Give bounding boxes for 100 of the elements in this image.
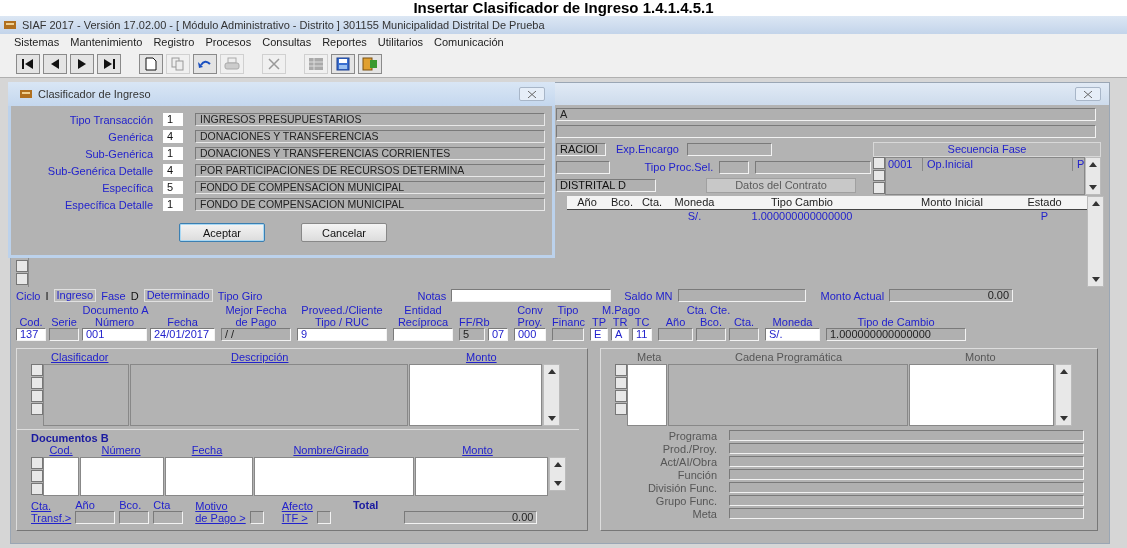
text-field[interactable]: 000	[514, 328, 546, 341]
code-field[interactable]: 5	[163, 181, 183, 194]
payment-reason-link[interactable]: Motivo de Pago >	[195, 500, 246, 524]
dialog-button[interactable]: Cancelar	[301, 223, 387, 242]
text-field[interactable]: DISTRITAL D	[556, 178, 656, 192]
toolbar-button[interactable]	[193, 53, 217, 74]
close-button[interactable]	[519, 87, 545, 101]
scroll-down-icon[interactable]	[553, 481, 562, 486]
toolbar-button[interactable]	[16, 53, 40, 74]
text-field[interactable]	[677, 289, 806, 302]
itf-link[interactable]: Afecto ITF >	[281, 500, 313, 524]
text-field[interactable]: S/.	[765, 328, 820, 341]
text-field[interactable]	[719, 160, 749, 174]
code-field[interactable]: 4	[163, 164, 183, 177]
column-header[interactable]: Clasificador	[51, 351, 231, 364]
text-field[interactable]	[552, 328, 584, 341]
column-header[interactable]: Monto	[466, 351, 497, 364]
text-field[interactable]	[49, 328, 79, 341]
text-field[interactable]	[658, 328, 693, 341]
scroll-down-icon[interactable]	[1091, 277, 1100, 282]
row-selector[interactable]	[31, 403, 43, 415]
scroll-up-icon[interactable]	[553, 462, 562, 467]
text-field[interactable]: RACIOI	[556, 142, 606, 156]
menu-item[interactable]: Procesos	[205, 36, 252, 48]
text-field[interactable]	[729, 328, 759, 341]
column-header[interactable]: Moneda	[667, 196, 722, 209]
text-field[interactable]: 5	[459, 328, 485, 341]
column-header[interactable]: Bco.	[607, 196, 637, 209]
text-field[interactable]: 137	[16, 328, 46, 341]
transfer-link[interactable]: Cta. Transf.>	[31, 500, 72, 524]
menu-item[interactable]: Utilitarios	[377, 36, 424, 48]
text-field[interactable]: / /	[221, 328, 291, 341]
menu-item[interactable]: Reportes	[322, 36, 367, 48]
row-selector[interactable]	[31, 364, 43, 376]
text-field[interactable]	[153, 511, 184, 524]
text-field[interactable]: A	[611, 328, 629, 341]
scrollbar[interactable]	[543, 364, 560, 426]
text-field[interactable]	[119, 511, 150, 524]
toolbar-button[interactable]	[43, 53, 67, 74]
toolbar-button[interactable]	[331, 53, 355, 74]
text-field[interactable]: A	[556, 108, 1096, 121]
text-field[interactable]: 07	[488, 328, 508, 341]
text-field[interactable]: 24/01/2017	[150, 328, 215, 341]
row-selector[interactable]	[16, 273, 28, 285]
menu-item[interactable]: Mantenimiento	[70, 36, 143, 48]
row-selector[interactable]	[31, 457, 43, 469]
row-selector[interactable]	[31, 377, 43, 389]
column-header[interactable]: Estado	[1022, 196, 1067, 209]
scrollbar[interactable]	[1085, 157, 1101, 195]
row-selector[interactable]	[31, 483, 43, 495]
text-field[interactable]	[249, 511, 264, 524]
toolbar-button[interactable]	[97, 53, 121, 74]
row-selector[interactable]	[873, 169, 885, 182]
row-selector[interactable]	[31, 470, 43, 482]
row-selector[interactable]	[31, 390, 43, 402]
total-field[interactable]: 0.00	[404, 511, 538, 524]
menu-item[interactable]: Consultas	[262, 36, 312, 48]
text-field[interactable]	[754, 160, 871, 174]
text-field[interactable]	[687, 142, 772, 156]
text-field[interactable]: 9	[297, 328, 387, 341]
amount-field[interactable]: 0.00	[889, 289, 1014, 302]
row-selector[interactable]	[873, 182, 885, 194]
scrollbar[interactable]	[549, 457, 566, 491]
scroll-up-icon[interactable]	[1091, 201, 1100, 206]
column-header[interactable]: Monto Inicial	[882, 196, 1022, 209]
code-field[interactable]: 4	[163, 130, 183, 143]
menu-item[interactable]: Registro	[153, 36, 195, 48]
toolbar-button[interactable]	[70, 53, 94, 74]
row-selector[interactable]	[873, 157, 885, 169]
code-field[interactable]: 1	[163, 198, 183, 211]
column-header[interactable]: Año	[567, 196, 607, 209]
column-header[interactable]: Nombre/Girado	[251, 444, 411, 457]
column-header[interactable]: Número	[79, 444, 163, 457]
menu-item[interactable]: Sistemas	[14, 36, 60, 48]
text-field[interactable]: E	[590, 328, 608, 341]
scroll-up-icon[interactable]	[1089, 162, 1098, 167]
scroll-down-icon[interactable]	[547, 416, 556, 421]
text-field[interactable]: 001	[82, 328, 147, 341]
column-header[interactable]: Cod.	[43, 444, 79, 457]
column-header[interactable]: Descripción	[231, 351, 466, 364]
text-field[interactable]: 1.000000000000000	[826, 328, 966, 341]
text-field[interactable]	[75, 511, 116, 524]
text-field[interactable]	[393, 328, 453, 341]
column-header[interactable]: Monto	[411, 444, 544, 457]
menu-item[interactable]: Comunicación	[434, 36, 504, 48]
text-field[interactable]	[316, 511, 331, 524]
text-field[interactable]	[556, 160, 610, 174]
column-header[interactable]: Fecha	[163, 444, 251, 457]
scrollbar[interactable]	[1087, 196, 1104, 287]
text-field[interactable]	[556, 125, 1096, 138]
text-field[interactable]	[696, 328, 726, 341]
column-header[interactable]: Cta.	[637, 196, 667, 209]
column-header[interactable]: Tipo Cambio	[722, 196, 882, 209]
notes-field[interactable]	[451, 289, 612, 302]
code-field[interactable]: 1	[163, 113, 183, 126]
scroll-up-icon[interactable]	[547, 369, 556, 374]
text-field[interactable]: 11	[632, 328, 652, 341]
scroll-down-icon[interactable]	[1089, 185, 1098, 190]
code-field[interactable]: 1	[163, 147, 183, 160]
dialog-button[interactable]: Aceptar	[179, 223, 265, 242]
